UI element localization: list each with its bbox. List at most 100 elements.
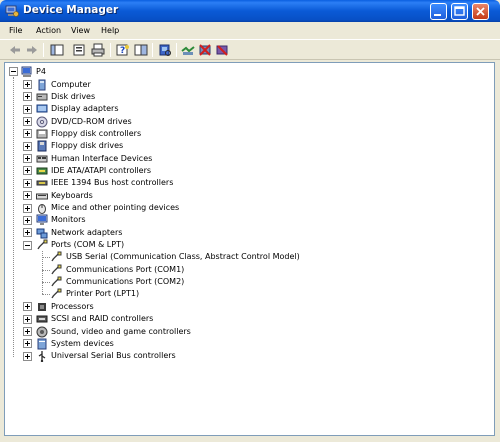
port-device[interactable]: USB Serial (Communication Class, Abstrac… bbox=[66, 251, 300, 263]
update-driver-icon[interactable] bbox=[181, 43, 195, 57]
child-port-icon bbox=[51, 264, 62, 275]
tree-connector bbox=[42, 257, 50, 259]
expand-toggle[interactable] bbox=[23, 339, 32, 349]
svg-text:?: ? bbox=[120, 46, 125, 56]
category-hid[interactable]: Human Interface Devices bbox=[51, 153, 152, 165]
menu-file[interactable]: File bbox=[9, 26, 22, 35]
category-display-adapter[interactable]: Display adapters bbox=[51, 103, 119, 115]
root-label[interactable]: P4 bbox=[36, 66, 46, 78]
category-monitor[interactable]: Monitors bbox=[51, 214, 86, 226]
category-keyboard[interactable]: Keyboards bbox=[51, 190, 93, 202]
collapse-toggle[interactable] bbox=[23, 240, 32, 250]
category-usb[interactable]: Universal Serial Bus controllers bbox=[51, 350, 176, 362]
expand-toggle[interactable] bbox=[23, 178, 32, 188]
category-disk-drive[interactable]: Disk drives bbox=[51, 91, 95, 103]
ports-tree-line bbox=[42, 251, 43, 295]
display-adapter-icon bbox=[36, 104, 48, 113]
child-port-icon bbox=[51, 276, 62, 287]
processor-icon bbox=[38, 302, 46, 311]
root-collapse-toggle[interactable] bbox=[9, 67, 18, 76]
category-processor[interactable]: Processors bbox=[51, 301, 94, 313]
menu-bar: File Action View Help bbox=[0, 22, 500, 39]
category-ieee1394[interactable]: IEEE 1394 Bus host controllers bbox=[51, 177, 173, 189]
device-manager-icon bbox=[5, 5, 19, 17]
category-network-adapter[interactable]: Network adapters bbox=[51, 227, 122, 239]
expand-toggle[interactable] bbox=[23, 141, 32, 151]
device-manager-window: Device Manager File Action View Help ? P… bbox=[0, 0, 500, 442]
expand-toggle[interactable] bbox=[23, 327, 32, 336]
maximize-button[interactable] bbox=[451, 3, 468, 20]
minimize-button[interactable] bbox=[430, 3, 447, 20]
category-computer[interactable]: Computer bbox=[51, 79, 91, 91]
title-bar[interactable]: Device Manager bbox=[0, 0, 500, 22]
category-system-device[interactable]: System devices bbox=[51, 338, 114, 350]
category-mouse[interactable]: Mice and other pointing devices bbox=[51, 202, 179, 214]
expand-toggle[interactable] bbox=[23, 129, 32, 139]
expand-toggle[interactable] bbox=[23, 80, 32, 89]
show-hide-console-tree-icon[interactable] bbox=[50, 43, 64, 57]
window-title: Device Manager bbox=[23, 4, 119, 16]
port-device[interactable]: Printer Port (LPT1) bbox=[66, 288, 139, 300]
port-icon bbox=[37, 239, 48, 250]
expand-toggle[interactable] bbox=[23, 92, 32, 102]
category-ide-controller[interactable]: IDE ATA/ATAPI controllers bbox=[51, 165, 151, 177]
scan-hardware-icon[interactable] bbox=[158, 43, 172, 57]
port-device[interactable]: Communications Port (COM2) bbox=[66, 276, 184, 288]
disable-icon[interactable] bbox=[215, 43, 229, 57]
scsi-icon bbox=[36, 315, 48, 323]
expand-toggle[interactable] bbox=[23, 117, 32, 127]
back-arrow-icon[interactable] bbox=[8, 43, 22, 57]
hid-icon bbox=[36, 155, 48, 163]
port-device[interactable]: Communications Port (COM1) bbox=[66, 264, 184, 276]
category-cdrom[interactable]: DVD/CD-ROM drives bbox=[51, 116, 132, 128]
status-bar bbox=[0, 437, 500, 442]
floppy-drive-icon bbox=[37, 140, 47, 152]
expand-toggle[interactable] bbox=[23, 314, 32, 324]
menu-help[interactable]: Help bbox=[101, 26, 119, 35]
export-list-icon[interactable] bbox=[134, 43, 148, 57]
properties-icon[interactable] bbox=[72, 43, 86, 57]
expand-toggle[interactable] bbox=[23, 302, 32, 312]
expand-toggle[interactable] bbox=[23, 154, 32, 164]
system-device-icon bbox=[37, 338, 47, 350]
help-icon[interactable]: ? bbox=[116, 43, 130, 57]
ieee1394-icon bbox=[36, 180, 48, 186]
tree-connector bbox=[42, 294, 50, 296]
expand-toggle[interactable] bbox=[23, 215, 32, 225]
forward-arrow-icon[interactable] bbox=[25, 43, 39, 57]
expand-toggle[interactable] bbox=[23, 203, 32, 213]
expand-toggle[interactable] bbox=[23, 191, 32, 201]
child-port-icon bbox=[51, 251, 62, 262]
close-button[interactable] bbox=[472, 3, 489, 20]
cdrom-icon bbox=[36, 116, 48, 128]
device-tree[interactable]: P4 Computer Disk drives Display adapters DV… bbox=[4, 62, 495, 436]
toolbar-separator bbox=[152, 43, 153, 57]
expand-toggle[interactable] bbox=[23, 104, 32, 114]
category-sound[interactable]: Sound, video and game controllers bbox=[51, 326, 191, 338]
toolbar-separator bbox=[110, 43, 111, 57]
category-scsi[interactable]: SCSI and RAID controllers bbox=[51, 313, 153, 325]
minimize-icon bbox=[434, 14, 441, 16]
category-port[interactable]: Ports (COM & LPT) bbox=[51, 239, 124, 251]
print-icon[interactable] bbox=[91, 43, 105, 57]
ide-controller-icon bbox=[36, 167, 48, 175]
category-floppy-drive[interactable]: Floppy disk drives bbox=[51, 140, 123, 152]
sound-icon bbox=[36, 326, 48, 337]
menu-action[interactable]: Action bbox=[36, 26, 61, 35]
expand-toggle[interactable] bbox=[23, 166, 32, 176]
tree-connector bbox=[42, 282, 50, 284]
root-tree-line bbox=[13, 77, 14, 357]
expand-toggle[interactable] bbox=[23, 351, 32, 361]
keyboard-icon bbox=[36, 193, 48, 200]
computer-root-icon bbox=[21, 66, 32, 77]
close-icon bbox=[476, 7, 485, 16]
child-port-icon bbox=[51, 288, 62, 299]
uninstall-icon[interactable] bbox=[198, 43, 212, 57]
disk-drive-icon bbox=[36, 93, 48, 101]
toolbar-separator bbox=[43, 43, 44, 57]
menu-view[interactable]: View bbox=[71, 26, 90, 35]
expand-toggle[interactable] bbox=[23, 228, 32, 238]
category-floppy-controller[interactable]: Floppy disk controllers bbox=[51, 128, 141, 140]
toolbar-separator bbox=[176, 43, 177, 57]
mouse-icon bbox=[38, 204, 46, 214]
